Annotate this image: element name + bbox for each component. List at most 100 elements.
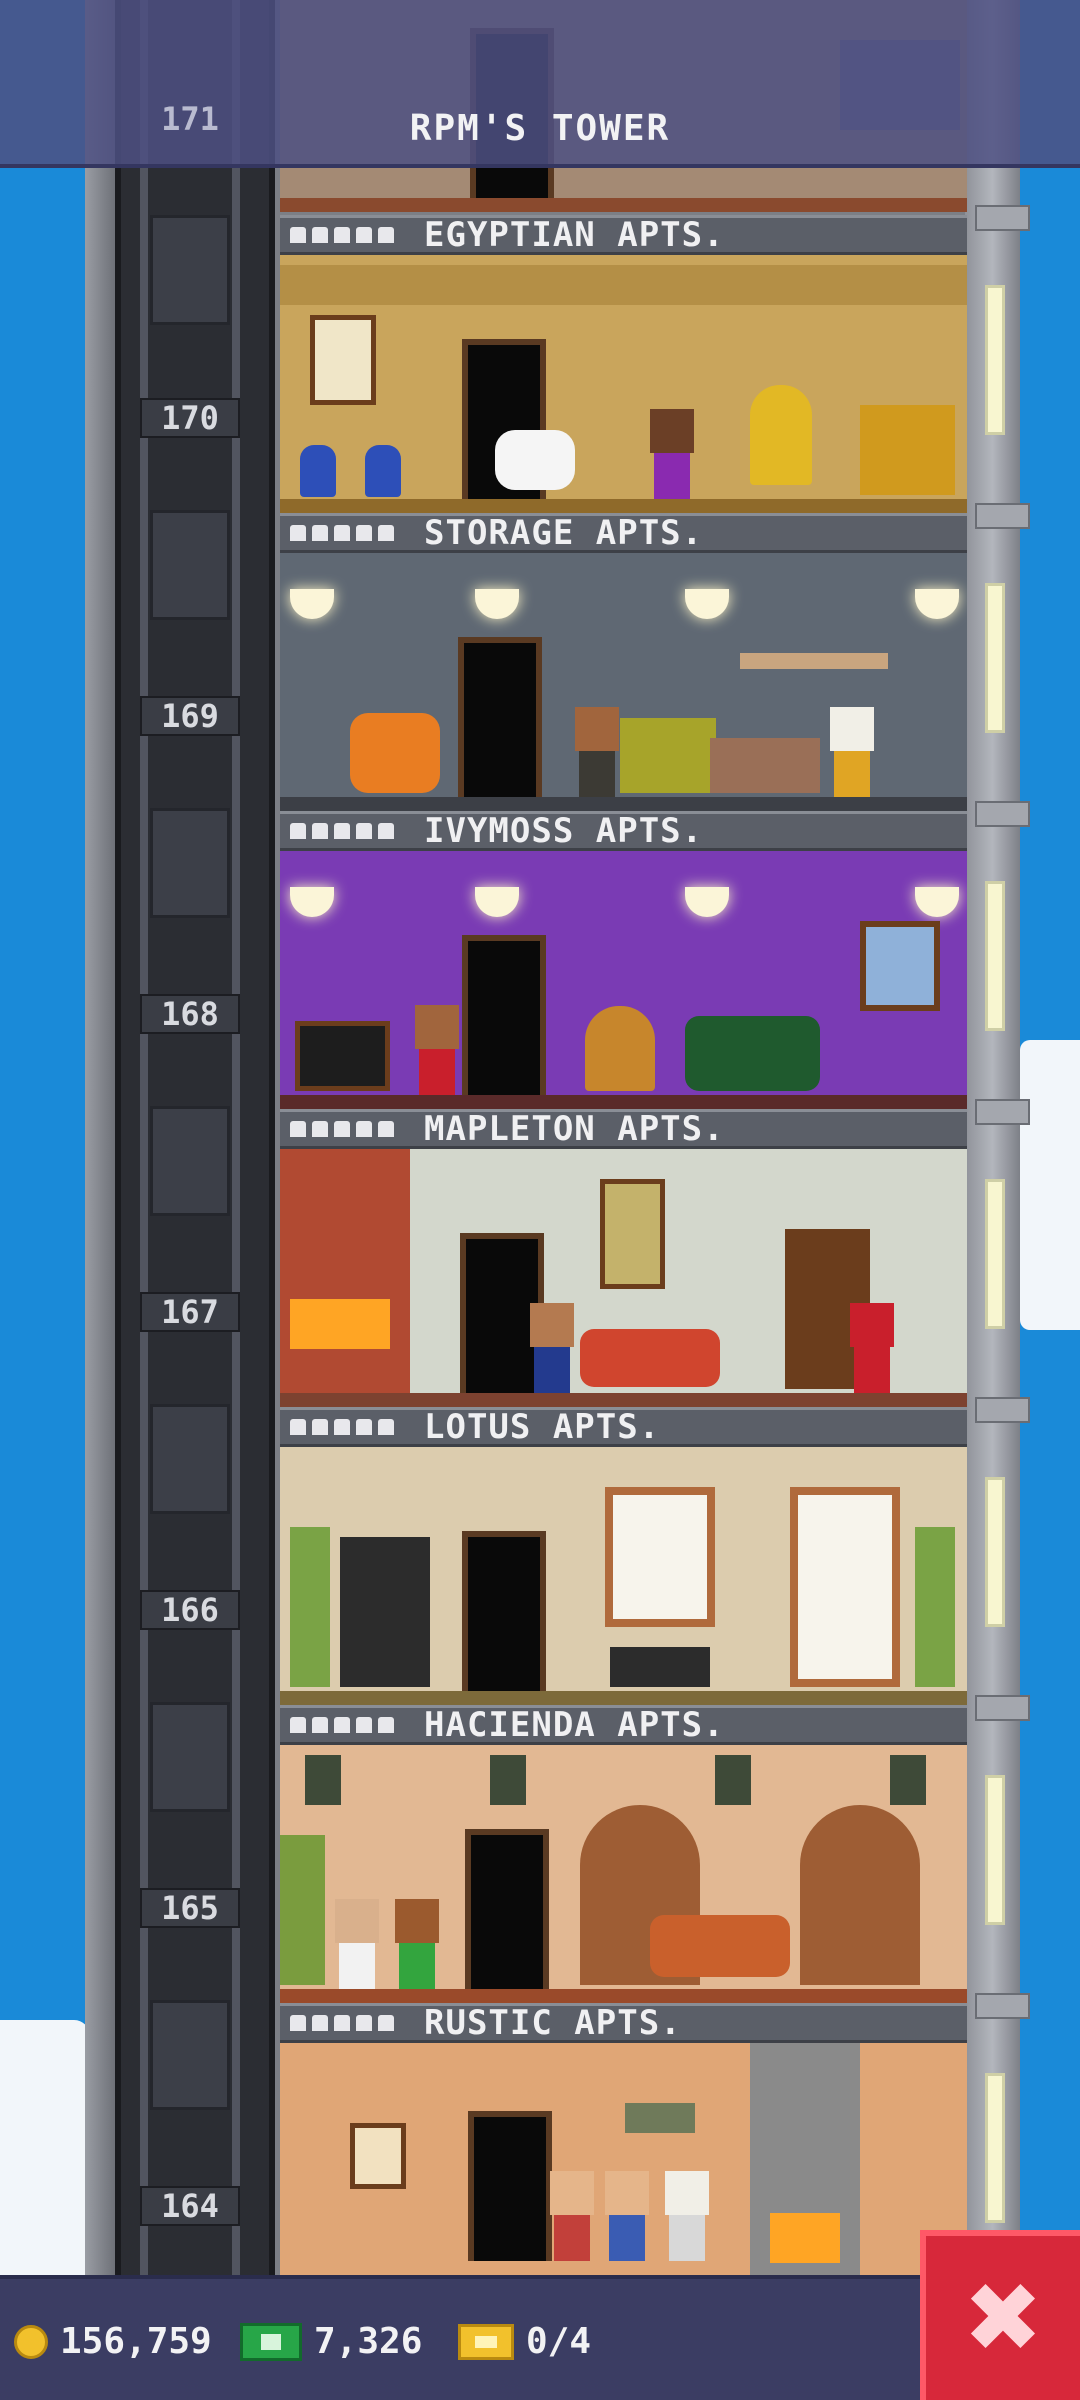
low-table [610,1647,710,1687]
resident-character[interactable] [600,2171,654,2261]
boxes [710,738,820,793]
arched-doorway [800,1805,920,1985]
rail-light [985,1179,1005,1329]
resident-slot-icon [334,823,350,839]
bux-icon [240,2322,302,2361]
vase [300,445,336,497]
floor-name: HACIENDA APTS. [424,1705,725,1745]
floor-label-bar: RUSTIC APTS. [280,2003,967,2043]
elevator-cable [140,0,148,2275]
coins-counter: 156,759 [14,2279,212,2400]
ceiling-lamp [290,887,334,917]
shelf [740,653,888,669]
floor-number-170: 170 [140,398,240,438]
painting [350,2123,406,2189]
resident-character[interactable] [570,707,624,797]
ticket-icon [458,2323,514,2360]
painting [600,1179,665,1289]
bamboo-plant [290,1527,330,1687]
room-background [280,1149,967,1407]
room-background [280,1447,967,1705]
floor-167[interactable]: MAPLETON APTS. [280,1109,967,1407]
room-background [280,2043,967,2275]
coin-icon [14,2324,48,2359]
resident-character[interactable] [410,1005,464,1095]
sofa [620,718,716,793]
mirror [750,385,812,485]
resident-slot-icon [290,525,306,541]
sofa [650,1915,790,1977]
rail-bracket [975,1993,1030,2019]
rail-bracket [975,1695,1030,1721]
ceiling-lamp [915,589,959,619]
golden-chest [860,405,955,495]
resident-character[interactable] [645,409,699,499]
floor-169[interactable]: STORAGE APTS. [280,513,967,811]
resident-slot-icon [378,1717,394,1733]
floor-164[interactable]: RUSTIC APTS. [280,2003,967,2275]
close-button[interactable]: ✖ [920,2230,1080,2400]
resident-character[interactable] [845,1303,899,1393]
floor-name: EGYPTIAN APTS. [424,215,725,255]
hanging-lantern [715,1755,751,1805]
resident-slot-icon [356,1121,372,1137]
resident-slot-icon [312,525,328,541]
tickets-value: 0/4 [526,2321,592,2362]
door [462,1531,546,1691]
painting [310,315,376,405]
jukebox [585,1006,655,1091]
sofa [580,1329,720,1387]
room-floor [280,1691,967,1705]
floor-label-bar: IVYMOSS APTS. [280,811,967,851]
resident-character[interactable] [825,707,879,797]
room-floor [280,1989,967,2003]
room-background [280,255,967,513]
resident-character[interactable] [660,2171,714,2261]
resident-slot-icon [290,1419,306,1435]
floor-label-bar: MAPLETON APTS. [280,1109,967,1149]
cloud [0,2020,90,2280]
resident-slot-icon [334,1121,350,1137]
floor-number-169: 169 [140,696,240,736]
floor-166[interactable]: LOTUS APTS. [280,1407,967,1705]
resident-character[interactable] [525,1303,579,1393]
resident-slot-icon [290,1717,306,1733]
bookcase [340,1537,430,1687]
hieroglyph-frieze [280,265,967,305]
rail-light [985,1775,1005,1925]
resident-slot-icon [312,227,328,243]
floor-name: LOTUS APTS. [424,1407,661,1447]
door [465,1829,549,1989]
resident-slot-icon [334,2015,350,2031]
room-background [280,553,967,811]
fireplace-fire [770,2213,840,2263]
resident-slot-icon [334,227,350,243]
floor-165[interactable]: HACIENDA APTS. [280,1705,967,2003]
floor-label-bar: HACIENDA APTS. [280,1705,967,1745]
tickets-counter[interactable]: 0/4 [458,2279,591,2400]
room-floor [280,499,967,513]
resident-slot-icon [378,823,394,839]
floor-170[interactable]: EGYPTIAN APTS. [280,215,967,513]
resident-character[interactable] [330,1899,384,1989]
rail-bracket [975,205,1030,231]
ceiling-lamp [475,589,519,619]
resident-character[interactable] [390,1899,444,1989]
floor-label-bar: STORAGE APTS. [280,513,967,553]
resident-slot-icon [312,1717,328,1733]
rail-bracket [975,503,1030,529]
floor-168[interactable]: IVYMOSS APTS. [280,811,967,1109]
door [458,637,542,797]
ceiling-lamp [475,887,519,917]
bux-counter[interactable]: 7,326 [240,2279,422,2400]
resident-slot-icon [378,1121,394,1137]
panda-pet[interactable] [495,430,575,490]
floor-name: IVYMOSS APTS. [424,811,704,851]
resident-character[interactable] [545,2171,599,2261]
resident-slot-icon [334,525,350,541]
room-floor [280,1095,967,1109]
rail-light [985,2073,1005,2223]
resident-slot-icon [356,2015,372,2031]
floor-name: RUSTIC APTS. [424,2003,682,2043]
resident-slot-icon [356,525,372,541]
